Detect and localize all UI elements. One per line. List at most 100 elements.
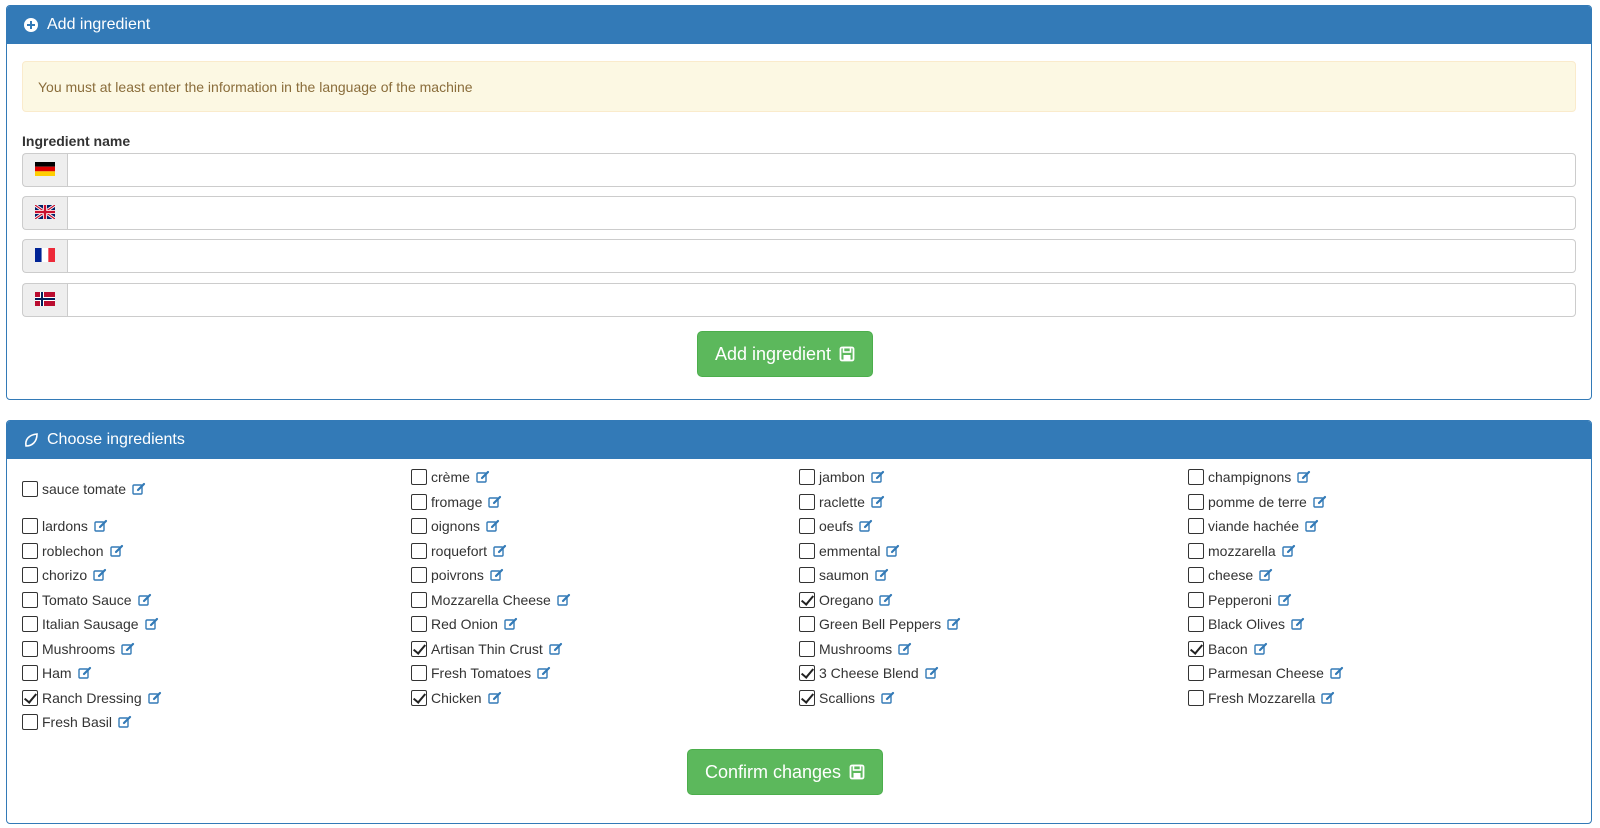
ingredient-checkbox[interactable] [22, 518, 38, 534]
ingredient-item[interactable]: Ranch Dressing [22, 686, 162, 710]
edit-icon[interactable] [1297, 470, 1311, 484]
edit-icon[interactable] [487, 691, 502, 705]
edit-icon[interactable] [1259, 568, 1273, 582]
ingredient-item[interactable]: lardons [22, 514, 108, 538]
ingredient-item[interactable]: Black Olives [1188, 612, 1305, 636]
edit-icon[interactable] [144, 617, 159, 631]
ingredient-checkbox[interactable] [1188, 493, 1204, 510]
edit-icon[interactable] [1330, 666, 1344, 680]
ingredient-item[interactable]: Mozzarella Cheese [411, 588, 571, 612]
ingredient-item[interactable]: pomme de terre [1188, 490, 1327, 514]
ingredient-checkbox[interactable] [411, 469, 427, 485]
ingredient-name-input-gb[interactable] [67, 196, 1576, 230]
ingredient-item[interactable]: Green Bell Peppers [799, 612, 961, 636]
edit-icon[interactable] [493, 544, 507, 558]
edit-icon[interactable] [1305, 519, 1319, 533]
ingredient-item[interactable]: viande hachée [1188, 514, 1319, 538]
edit-icon[interactable] [94, 519, 108, 533]
ingredient-checkbox[interactable] [799, 518, 815, 534]
ingredient-item[interactable]: Fresh Tomatoes [411, 661, 551, 685]
ingredient-checkbox[interactable] [799, 567, 815, 583]
ingredient-name-input-fr[interactable] [67, 239, 1576, 273]
ingredient-item[interactable]: crème [411, 465, 490, 489]
ingredient-checkbox[interactable] [799, 616, 815, 632]
edit-icon[interactable] [486, 519, 500, 533]
ingredient-item[interactable]: Tomato Sauce [22, 588, 152, 612]
edit-icon[interactable] [875, 568, 889, 582]
edit-icon[interactable] [504, 617, 518, 631]
edit-icon[interactable] [549, 642, 563, 656]
ingredient-item[interactable]: Oregano [799, 588, 893, 612]
ingredient-checkbox[interactable] [411, 542, 427, 559]
edit-icon[interactable] [121, 642, 135, 656]
ingredient-checkbox[interactable] [22, 481, 38, 498]
confirm-changes-button[interactable]: Confirm changes [687, 749, 883, 795]
ingredient-checkbox[interactable] [411, 518, 427, 534]
edit-icon[interactable] [871, 495, 885, 509]
ingredient-item[interactable]: saumon [799, 563, 889, 587]
ingredient-item[interactable]: cheese [1188, 563, 1273, 587]
edit-icon[interactable] [490, 568, 504, 582]
ingredient-item[interactable]: sauce tomate [22, 477, 146, 501]
ingredient-item[interactable]: Pepperoni [1188, 588, 1292, 612]
ingredient-checkbox[interactable] [799, 689, 815, 706]
ingredient-item[interactable]: Ham [22, 661, 92, 685]
ingredient-checkbox[interactable] [1188, 469, 1204, 485]
ingredient-item[interactable]: 3 Cheese Blend [799, 661, 939, 685]
ingredient-checkbox[interactable] [22, 714, 38, 730]
ingredient-checkbox[interactable] [411, 567, 427, 583]
ingredient-item[interactable]: poivrons [411, 563, 504, 587]
ingredient-checkbox[interactable] [411, 591, 427, 608]
ingredient-checkbox[interactable] [22, 542, 38, 559]
ingredient-checkbox[interactable] [22, 665, 38, 681]
ingredient-checkbox[interactable] [799, 640, 815, 657]
edit-icon[interactable] [924, 666, 939, 680]
ingredient-checkbox[interactable] [22, 591, 38, 608]
ingredient-checkbox[interactable] [411, 689, 427, 706]
edit-icon[interactable] [147, 691, 162, 705]
edit-icon[interactable] [557, 593, 571, 607]
ingredient-checkbox[interactable] [1188, 640, 1204, 657]
edit-icon[interactable] [886, 544, 900, 558]
edit-icon[interactable] [109, 544, 124, 558]
ingredient-checkbox[interactable] [411, 640, 427, 657]
edit-icon[interactable] [137, 593, 152, 607]
edit-icon[interactable] [947, 617, 961, 631]
ingredient-item[interactable]: roquefort [411, 539, 507, 563]
edit-icon[interactable] [881, 691, 895, 705]
ingredient-item[interactable]: chorizo [22, 563, 107, 587]
edit-icon[interactable] [488, 495, 502, 509]
ingredient-item[interactable]: champignons [1188, 465, 1311, 489]
ingredient-item[interactable]: Fresh Mozzarella [1188, 686, 1335, 710]
ingredient-item[interactable]: roblechon [22, 539, 124, 563]
ingredient-checkbox[interactable] [1188, 567, 1204, 583]
ingredient-checkbox[interactable] [1188, 665, 1204, 681]
edit-icon[interactable] [879, 593, 893, 607]
edit-icon[interactable] [1291, 617, 1305, 631]
ingredient-item[interactable]: Scallions [799, 686, 895, 710]
ingredient-item[interactable]: Italian Sausage [22, 612, 159, 636]
ingredient-item[interactable]: Fresh Basil [22, 710, 132, 734]
ingredient-item[interactable]: Red Onion [411, 612, 518, 636]
ingredient-item[interactable]: Mushrooms [799, 637, 912, 661]
ingredient-checkbox[interactable] [1188, 518, 1204, 534]
ingredient-item[interactable]: Chicken [411, 686, 502, 710]
edit-icon[interactable] [132, 482, 146, 496]
ingredient-checkbox[interactable] [799, 469, 815, 485]
ingredient-item[interactable]: jambon [799, 465, 885, 489]
add-ingredient-button[interactable]: Add ingredient [697, 331, 873, 377]
ingredient-item[interactable]: oignons [411, 514, 500, 538]
ingredient-checkbox[interactable] [1188, 616, 1204, 632]
edit-icon[interactable] [1282, 544, 1296, 558]
edit-icon[interactable] [859, 519, 873, 533]
edit-icon[interactable] [871, 470, 885, 484]
edit-icon[interactable] [1278, 593, 1292, 607]
ingredient-item[interactable]: Parmesan Cheese [1188, 661, 1344, 685]
edit-icon[interactable] [1321, 691, 1335, 705]
ingredient-item[interactable]: oeufs [799, 514, 873, 538]
ingredient-checkbox[interactable] [1188, 542, 1204, 559]
edit-icon[interactable] [1254, 642, 1268, 656]
ingredient-checkbox[interactable] [411, 665, 427, 681]
ingredient-name-input-no[interactable] [67, 283, 1576, 317]
edit-icon[interactable] [93, 568, 107, 582]
